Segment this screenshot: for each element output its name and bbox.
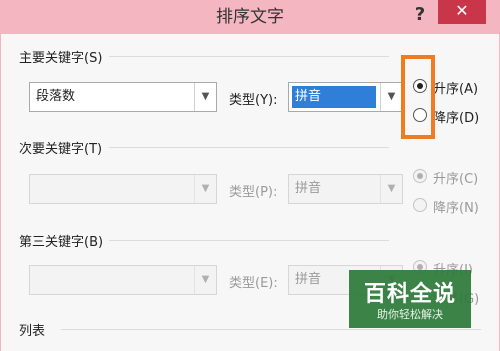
- ascending-highlight-box: [401, 55, 435, 139]
- primary-key-value: 段落数: [36, 89, 76, 104]
- watermark-sub-text: 助你轻松解决: [377, 308, 443, 321]
- secondary-key-label: 次要关键字(T): [19, 142, 103, 157]
- dialog-body: 主要关键字(S) 段落数 ▼ 类型(Y): 拼音 ▼ 升序(A) 降序(D) 次…: [0, 34, 500, 351]
- tertiary-key-label: 第三关键字(B): [19, 235, 104, 250]
- chevron-down-icon: ▼: [194, 266, 216, 294]
- title-bar: 排序文字 ? ✕: [0, 0, 500, 34]
- tertiary-key-select[interactable]: ▼: [29, 265, 217, 295]
- secondary-type-select[interactable]: 拼音 ▼: [288, 174, 403, 204]
- chevron-down-icon: ▼: [380, 83, 402, 111]
- secondary-descending-radio[interactable]: [413, 198, 427, 212]
- primary-type-value: 拼音: [292, 86, 376, 108]
- secondary-key-divider: [109, 147, 389, 148]
- close-button[interactable]: ✕: [438, 0, 486, 24]
- secondary-descending-label[interactable]: 降序(N): [433, 197, 479, 216]
- list-section-label: 列表: [19, 324, 46, 339]
- tertiary-type-label: 类型(E):: [229, 276, 278, 291]
- chevron-down-icon: ▼: [194, 83, 216, 111]
- chevron-down-icon: ▼: [194, 175, 216, 203]
- secondary-ascending-radio[interactable]: [413, 169, 427, 183]
- secondary-key-select[interactable]: ▼: [29, 174, 217, 204]
- secondary-type-value: 拼音: [295, 181, 322, 196]
- primary-type-label: 类型(Y):: [229, 93, 278, 108]
- secondary-type-label: 类型(P):: [229, 185, 278, 200]
- primary-key-select[interactable]: 段落数 ▼: [29, 82, 217, 112]
- primary-ascending-label[interactable]: 升序(A): [433, 78, 478, 97]
- watermark-logo: 百科全说 助你轻松解决: [349, 270, 471, 328]
- primary-key-divider: [109, 56, 389, 57]
- list-section-divider: [61, 329, 481, 330]
- primary-descending-label[interactable]: 降序(D): [433, 107, 479, 126]
- chevron-down-icon: ▼: [380, 175, 402, 203]
- tertiary-key-divider: [109, 240, 389, 241]
- tertiary-type-value: 拼音: [295, 272, 322, 287]
- secondary-ascending-label[interactable]: 升序(C): [433, 168, 478, 187]
- primary-key-label: 主要关键字(S): [19, 51, 103, 66]
- watermark-main-text: 百科全说: [363, 282, 456, 307]
- primary-type-select[interactable]: 拼音 ▼: [288, 82, 403, 112]
- help-button[interactable]: ?: [400, 2, 440, 28]
